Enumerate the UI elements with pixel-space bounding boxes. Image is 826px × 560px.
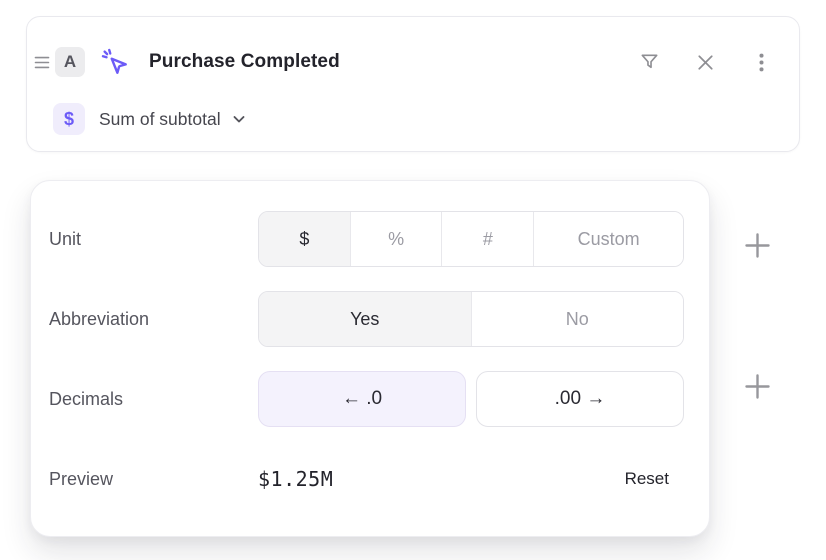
number-format-panel: Unit $ % # Custom Abbreviation Yes No De… (30, 180, 710, 537)
measure-unit-badge: $ (53, 103, 85, 135)
event-card: A Purchase Completed (26, 16, 800, 152)
unit-option-dollar[interactable]: $ (259, 212, 350, 266)
preview-control: $1.25M Reset (258, 451, 684, 507)
decimals-label: Decimals (49, 389, 258, 410)
close-icon[interactable] (693, 50, 718, 75)
unit-option-custom[interactable]: Custom (533, 212, 683, 266)
decimals-increase-button[interactable]: .00 → (476, 371, 684, 427)
event-click-icon (99, 46, 131, 78)
unit-option-number[interactable]: # (441, 212, 533, 266)
chevron-down-icon (231, 111, 247, 127)
more-options-icon[interactable] (749, 50, 774, 75)
series-badge: A (55, 47, 85, 77)
measure-label: Sum of subtotal (99, 109, 221, 130)
measure-selector[interactable]: $ Sum of subtotal (53, 102, 247, 136)
event-card-actions (637, 50, 774, 75)
drag-handle-icon[interactable] (33, 54, 51, 70)
decimals-controls: ← .0 .00 → (258, 371, 684, 427)
reset-button[interactable]: Reset (625, 469, 669, 489)
unit-segmented-control: $ % # Custom (258, 211, 684, 267)
abbreviation-row: Abbreviation Yes No (49, 291, 682, 347)
unit-label: Unit (49, 229, 258, 250)
event-card-header: A Purchase Completed (33, 45, 774, 79)
event-title[interactable]: Purchase Completed (149, 51, 340, 73)
abbreviation-segmented-control: Yes No (258, 291, 684, 347)
filter-icon[interactable] (637, 50, 662, 75)
abbreviation-option-yes[interactable]: Yes (259, 292, 471, 346)
preview-label: Preview (49, 469, 258, 490)
decimals-row: Decimals ← .0 .00 → (49, 371, 682, 427)
unit-option-percent[interactable]: % (350, 212, 442, 266)
preview-row: Preview $1.25M Reset (49, 451, 682, 507)
abbreviation-label: Abbreviation (49, 309, 258, 330)
unit-row: Unit $ % # Custom (49, 211, 682, 267)
abbreviation-option-no[interactable]: No (471, 292, 684, 346)
decimals-decrease-button[interactable]: ← .0 (258, 371, 466, 427)
preview-value: $1.25M (258, 467, 333, 491)
add-item-icon-bottom[interactable] (739, 368, 775, 404)
add-item-icon-top[interactable] (739, 227, 775, 263)
